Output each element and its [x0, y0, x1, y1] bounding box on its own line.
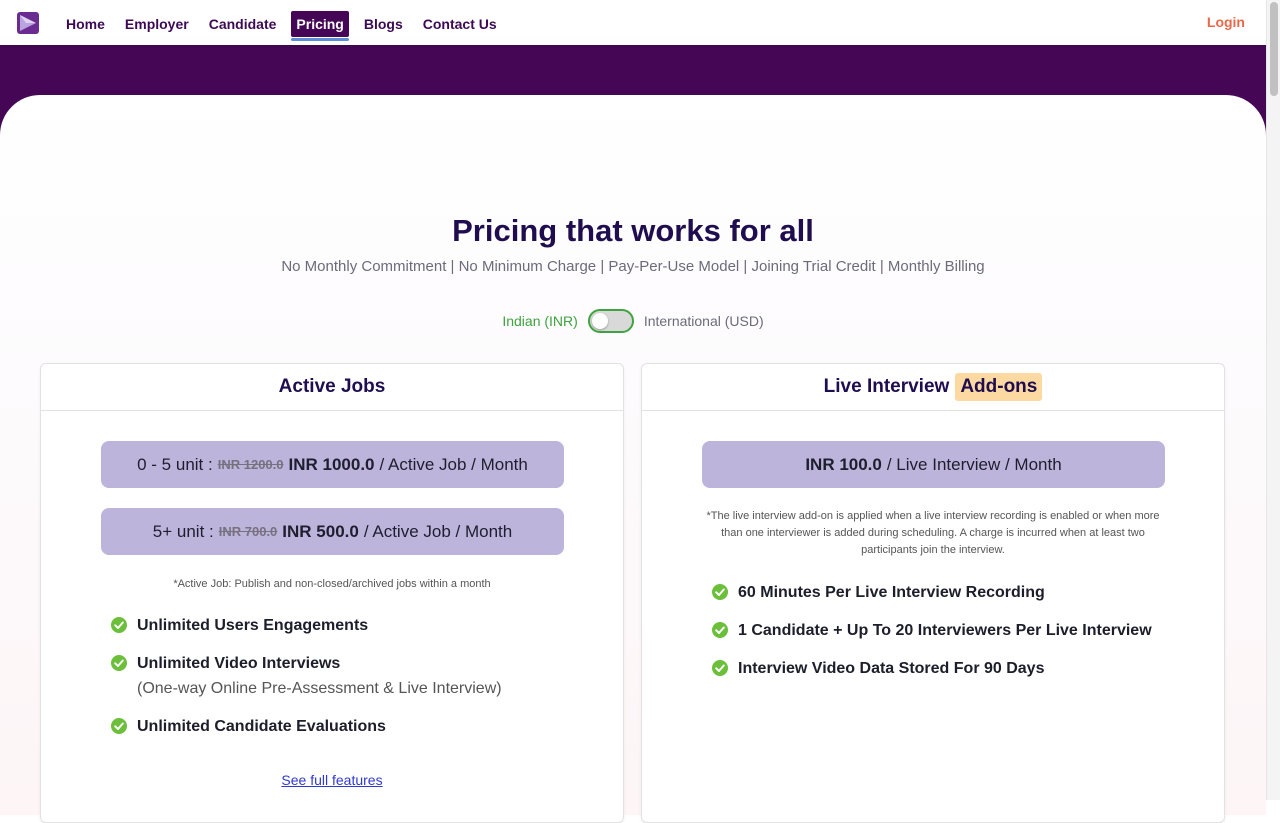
tier-unit: / Active Job / Month [363, 521, 513, 541]
tier-old-price: INR 700.0 [218, 524, 278, 539]
nav-links: Home Employer Candidate Pricing Blogs Co… [56, 10, 507, 41]
live-interview-feature-list: 60 Minutes Per Live Interview Recording … [712, 583, 1152, 697]
top-navigation-bar: Home Employer Candidate Pricing Blogs Co… [0, 0, 1266, 45]
feature-item: Unlimited Video Interviews (One-way Onli… [111, 654, 502, 698]
price-tier-0-5[interactable]: 0 - 5 unit : INR 1200.0 INR 1000.0 / Act… [101, 441, 564, 488]
currency-toggle-switch[interactable] [587, 309, 634, 333]
see-full-features-link[interactable]: See full features [41, 772, 623, 788]
feature-text: Unlimited Candidate Evaluations [137, 718, 386, 735]
active-jobs-title: Active Jobs [278, 376, 386, 397]
footnote-line: participants join the interview. [861, 544, 1005, 556]
price-tier-5-plus[interactable]: 5+ unit : INR 700.0 INR 500.0 / Active J… [101, 508, 564, 555]
active-jobs-header: Active Jobs [41, 364, 623, 411]
feature-item: Interview Video Data Stored For 90 Days [712, 659, 1152, 678]
nav-link-employer[interactable]: Employer [120, 11, 194, 37]
footnote-line: than one interviewer is added during sch… [721, 527, 1145, 539]
feature-text-wrap: Unlimited Video Interviews (One-way Onli… [137, 654, 502, 698]
nav-link-contact-us[interactable]: Contact Us [418, 11, 502, 37]
feature-item: Unlimited Users Engagements [111, 616, 502, 635]
active-jobs-feature-list: Unlimited Users Engagements Unlimited Vi… [111, 616, 502, 755]
live-interview-header: Live Interview Add-ons [642, 364, 1224, 411]
page-title: Pricing that works for all [452, 213, 814, 248]
currency-inr-label[interactable]: Indian (INR) [502, 313, 577, 329]
live-interview-price-value: INR 100.0 [805, 454, 882, 474]
currency-toggle-row: Indian (INR) International (USD) [0, 309, 1266, 333]
feature-item: 60 Minutes Per Live Interview Recording [712, 583, 1152, 602]
active-job-footnote: *Active Job: Publish and non-closed/arch… [173, 578, 491, 590]
feature-text: Interview Video Data Stored For 90 Days [738, 660, 1045, 677]
feature-text: 1 Candidate + Up To 20 Interviewers Per … [738, 622, 1152, 639]
feature-text: 60 Minutes Per Live Interview Recording [738, 584, 1045, 601]
live-interview-title: Live Interview [823, 376, 950, 397]
active-jobs-card: Active Jobs 0 - 5 unit : INR 1200.0 INR … [40, 363, 624, 823]
scrollbar-thumb[interactable] [1270, 2, 1278, 96]
check-circle-icon [111, 655, 127, 671]
live-interview-card: Live Interview Add-ons INR 100.0 / Live … [641, 363, 1225, 823]
tier-price: INR 500.0 [282, 521, 359, 541]
live-interview-price-unit: / Live Interview / Month [886, 454, 1062, 474]
toggle-knob [591, 313, 608, 329]
addons-badge: Add-ons [955, 373, 1043, 401]
tier-range: 0 - 5 unit : [137, 454, 213, 474]
play-triangle-logo-icon[interactable] [17, 12, 39, 34]
check-circle-icon [712, 622, 728, 638]
feature-text: Unlimited Video Interviews [137, 655, 341, 672]
live-interview-price[interactable]: INR 100.0 / Live Interview / Month [702, 441, 1165, 488]
nav-link-pricing[interactable]: Pricing [291, 11, 350, 41]
check-circle-icon [111, 718, 127, 734]
currency-usd-label[interactable]: International (USD) [644, 313, 764, 329]
tier-range: 5+ unit : [152, 521, 214, 541]
nav-link-candidate[interactable]: Candidate [204, 11, 282, 37]
tier-old-price: INR 1200.0 [217, 457, 284, 472]
check-circle-icon [712, 660, 728, 676]
check-circle-icon [712, 584, 728, 600]
page-scrollbar[interactable] [1266, 0, 1280, 800]
nav-link-blogs[interactable]: Blogs [359, 11, 408, 37]
feature-item: Unlimited Candidate Evaluations [111, 717, 502, 736]
footnote-line: *The live interview add-on is applied wh… [706, 510, 1160, 522]
live-interview-footnote: *The live interview add-on is applied wh… [642, 508, 1224, 559]
feature-item: 1 Candidate + Up To 20 Interviewers Per … [712, 621, 1152, 640]
tier-price: INR 1000.0 [288, 454, 375, 474]
check-circle-icon [111, 617, 127, 633]
feature-subtext: (One-way Online Pre-Assessment & Live In… [137, 680, 502, 697]
feature-text: Unlimited Users Engagements [137, 617, 369, 634]
login-link[interactable]: Login [1207, 14, 1245, 30]
nav-link-home[interactable]: Home [61, 11, 110, 37]
tier-unit: / Active Job / Month [379, 454, 528, 474]
page-subtitle: No Monthly Commitment | No Minimum Charg… [281, 258, 985, 275]
